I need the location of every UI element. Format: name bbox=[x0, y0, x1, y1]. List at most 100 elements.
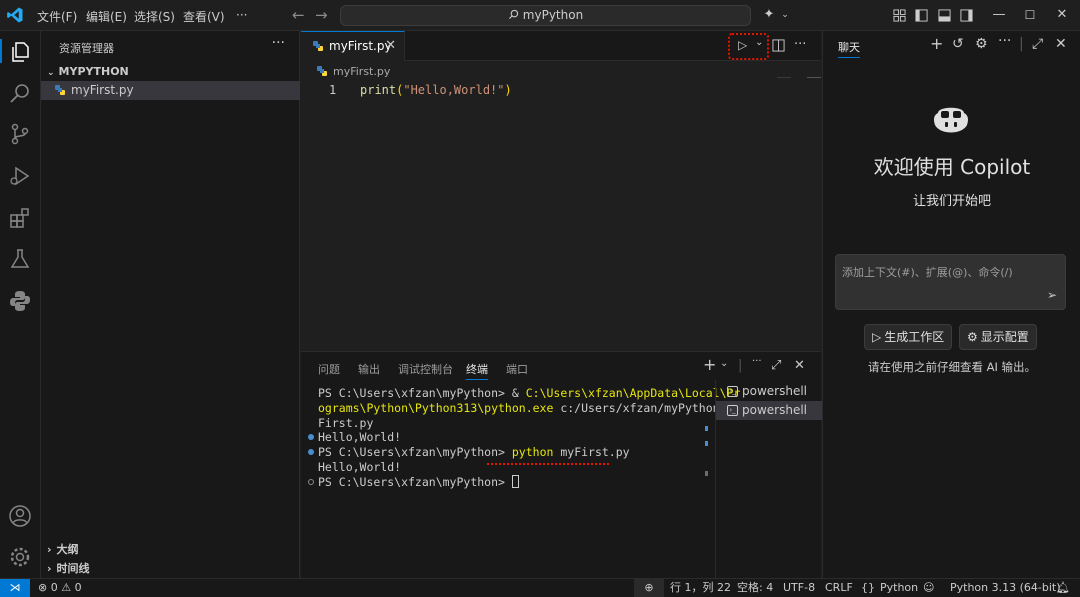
new-chat-icon[interactable]: + bbox=[930, 34, 943, 53]
breadcrumb[interactable]: myFirst.py bbox=[317, 65, 390, 78]
terminal-item-label: powershell bbox=[742, 403, 807, 417]
maximize-panel-icon[interactable]: ⤢ bbox=[771, 358, 781, 373]
toggle-secondary-sidebar-icon[interactable] bbox=[960, 9, 973, 22]
tab-problems[interactable]: 问题 bbox=[318, 361, 340, 377]
terminal-line-7[interactable]: PS C:\Users\xfzan\myPython> bbox=[318, 475, 519, 490]
minimize-icon[interactable]: — bbox=[990, 6, 1008, 24]
terminal-icon: ›_ bbox=[727, 386, 738, 397]
status-bar: ⋊ ⊗ 0 ⚠ 0 ⊕ 行 1，列 22 空格: 4 UTF-8 CRLF {}… bbox=[0, 578, 1080, 597]
menu-view[interactable]: 查看(V) bbox=[183, 8, 225, 25]
new-terminal-icon[interactable]: + bbox=[703, 355, 716, 374]
history-icon[interactable]: ↺ bbox=[952, 36, 964, 52]
copilot-logo-icon bbox=[934, 107, 968, 133]
toggle-primary-sidebar-icon[interactable] bbox=[915, 9, 928, 22]
forward-arrow-icon[interactable]: → bbox=[315, 6, 328, 24]
copilot-status-icon[interactable]: ☺ bbox=[923, 579, 934, 597]
run-python-file-button[interactable]: ▷ ⌄ bbox=[728, 33, 769, 60]
terminal-line-1: PS C:\Users\xfzan\myPython> & C:\Users\x… bbox=[318, 386, 740, 401]
python-icon[interactable] bbox=[8, 289, 32, 313]
folder-mypython[interactable]: ⌄ MYPYTHON bbox=[41, 63, 300, 81]
zoom-icon[interactable]: ⊕ bbox=[634, 579, 664, 597]
tab-close-icon[interactable]: ✕ bbox=[385, 32, 396, 60]
chat-input-placeholder: 添加上下文(#)、扩展(@)、命令(/) bbox=[842, 266, 1013, 279]
generate-workspace-button[interactable]: ▷ 生成工作区 bbox=[864, 324, 953, 350]
overview-ruler-mark bbox=[807, 77, 821, 78]
timeline-label: 时间线 bbox=[56, 562, 90, 575]
terminal-line-5: PS C:\Users\xfzan\myPython> python myFir… bbox=[318, 445, 630, 460]
explorer-icon[interactable] bbox=[8, 40, 32, 64]
editor-tabs: myFirst.py ✕ ▷ ⌄ ··· bbox=[301, 31, 821, 61]
terminal-cursor bbox=[511, 475, 519, 488]
language-mode[interactable]: {} Python bbox=[861, 579, 918, 597]
scroll-mark bbox=[705, 471, 708, 476]
sidebar-title: 资源管理器 bbox=[59, 42, 114, 55]
panel-more-icon[interactable]: ··· bbox=[752, 356, 762, 367]
python-interpreter[interactable]: Python 3.13 (64-bit) bbox=[950, 579, 1061, 597]
terminal-line-3: First.py bbox=[318, 416, 374, 430]
close-panel-icon[interactable]: ✕ bbox=[794, 358, 805, 373]
play-icon: ▷ bbox=[738, 38, 748, 52]
maximize-icon[interactable]: ☐ bbox=[1021, 6, 1039, 24]
search-text: myPython bbox=[522, 8, 584, 22]
braces-icon: {} bbox=[861, 581, 875, 594]
close-chat-icon[interactable]: ✕ bbox=[1055, 36, 1067, 52]
cursor-position[interactable]: 行 1，列 22 bbox=[670, 579, 731, 597]
menu-edit[interactable]: 编辑(E) bbox=[86, 8, 127, 25]
menu-more[interactable]: ··· bbox=[236, 8, 247, 22]
chat-more-icon[interactable]: ··· bbox=[998, 33, 1011, 49]
outline-section[interactable]: › 大纲 bbox=[41, 541, 300, 559]
search-icon bbox=[508, 9, 518, 20]
send-icon[interactable]: ➢ bbox=[1047, 288, 1057, 302]
chevron-down-icon[interactable]: ⌄ bbox=[720, 358, 728, 369]
split-editor-icon[interactable] bbox=[772, 39, 785, 52]
indentation[interactable]: 空格: 4 bbox=[737, 579, 773, 597]
tab-ports[interactable]: 端口 bbox=[506, 361, 528, 377]
scroll-mark bbox=[705, 426, 708, 431]
command-center-search[interactable]: myPython bbox=[340, 5, 751, 26]
run-debug-icon[interactable] bbox=[8, 164, 32, 188]
terminal-item-2[interactable]: ›_ powershell bbox=[716, 401, 822, 420]
chat-input[interactable]: 添加上下文(#)、扩展(@)、命令(/) ➢ bbox=[835, 254, 1066, 310]
minimap-line bbox=[777, 77, 791, 78]
tab-terminal[interactable]: 终端 bbox=[466, 361, 488, 380]
terminal-item-label: powershell bbox=[742, 384, 807, 398]
python-file-icon bbox=[317, 66, 327, 76]
file-item-myfirst[interactable]: myFirst.py bbox=[41, 81, 300, 100]
terminal-arg: c:/Users/xfzan/myPython/my bbox=[553, 401, 741, 415]
timeline-section[interactable]: › 时间线 bbox=[41, 560, 300, 578]
maximize-chat-icon[interactable]: ⤢ bbox=[1032, 36, 1043, 52]
tab-output[interactable]: 输出 bbox=[358, 361, 380, 377]
tab-myfirst[interactable]: myFirst.py ✕ bbox=[301, 31, 405, 61]
remote-indicator-icon[interactable]: ⋊ bbox=[0, 579, 30, 597]
settings-gear-icon[interactable] bbox=[8, 545, 32, 569]
search-view-icon[interactable] bbox=[8, 81, 32, 105]
editor-area: myFirst.py ✕ ▷ ⌄ ··· myFirst.py 1 print(… bbox=[301, 31, 821, 351]
language-label: Python bbox=[880, 581, 919, 594]
editor-more-icon[interactable]: ··· bbox=[794, 37, 806, 52]
menu-file[interactable]: 文件(F) bbox=[37, 8, 77, 25]
accounts-icon[interactable] bbox=[8, 504, 32, 528]
code-line[interactable]: 1 print("Hello,World!") bbox=[301, 81, 801, 99]
sidebar-more-icon[interactable]: ··· bbox=[272, 35, 285, 51]
code-function: print bbox=[360, 83, 397, 97]
menu-selection[interactable]: 选择(S) bbox=[134, 8, 175, 25]
tab-debug-console[interactable]: 调试控制台 bbox=[398, 361, 453, 377]
toggle-panel-icon[interactable] bbox=[938, 9, 951, 22]
back-arrow-icon[interactable]: ← bbox=[292, 6, 305, 24]
encoding[interactable]: UTF-8 bbox=[783, 579, 815, 597]
problems-indicator[interactable]: ⊗ 0 ⚠ 0 bbox=[38, 579, 82, 597]
chat-settings-gear-icon[interactable]: ⚙ bbox=[975, 36, 988, 52]
end-of-line[interactable]: CRLF bbox=[825, 579, 853, 597]
close-window-icon[interactable]: ✕ bbox=[1053, 6, 1071, 24]
tab-chat[interactable]: 聊天 bbox=[838, 39, 860, 58]
chevron-down-icon[interactable]: ⌄ bbox=[776, 6, 794, 24]
extensions-icon[interactable] bbox=[8, 206, 32, 230]
source-control-icon[interactable] bbox=[8, 122, 32, 146]
notifications-bell-icon[interactable]: 🔔︎ bbox=[1056, 579, 1070, 597]
terminal-arg: myFirst.py bbox=[553, 445, 630, 459]
show-config-button[interactable]: ⚙ 显示配置 bbox=[959, 324, 1037, 350]
terminal-item-1[interactable]: ›_ powershell bbox=[716, 382, 822, 401]
customize-layout-icon[interactable] bbox=[893, 9, 906, 22]
red-underline-annotation bbox=[487, 463, 609, 467]
testing-flask-icon[interactable] bbox=[8, 247, 32, 271]
